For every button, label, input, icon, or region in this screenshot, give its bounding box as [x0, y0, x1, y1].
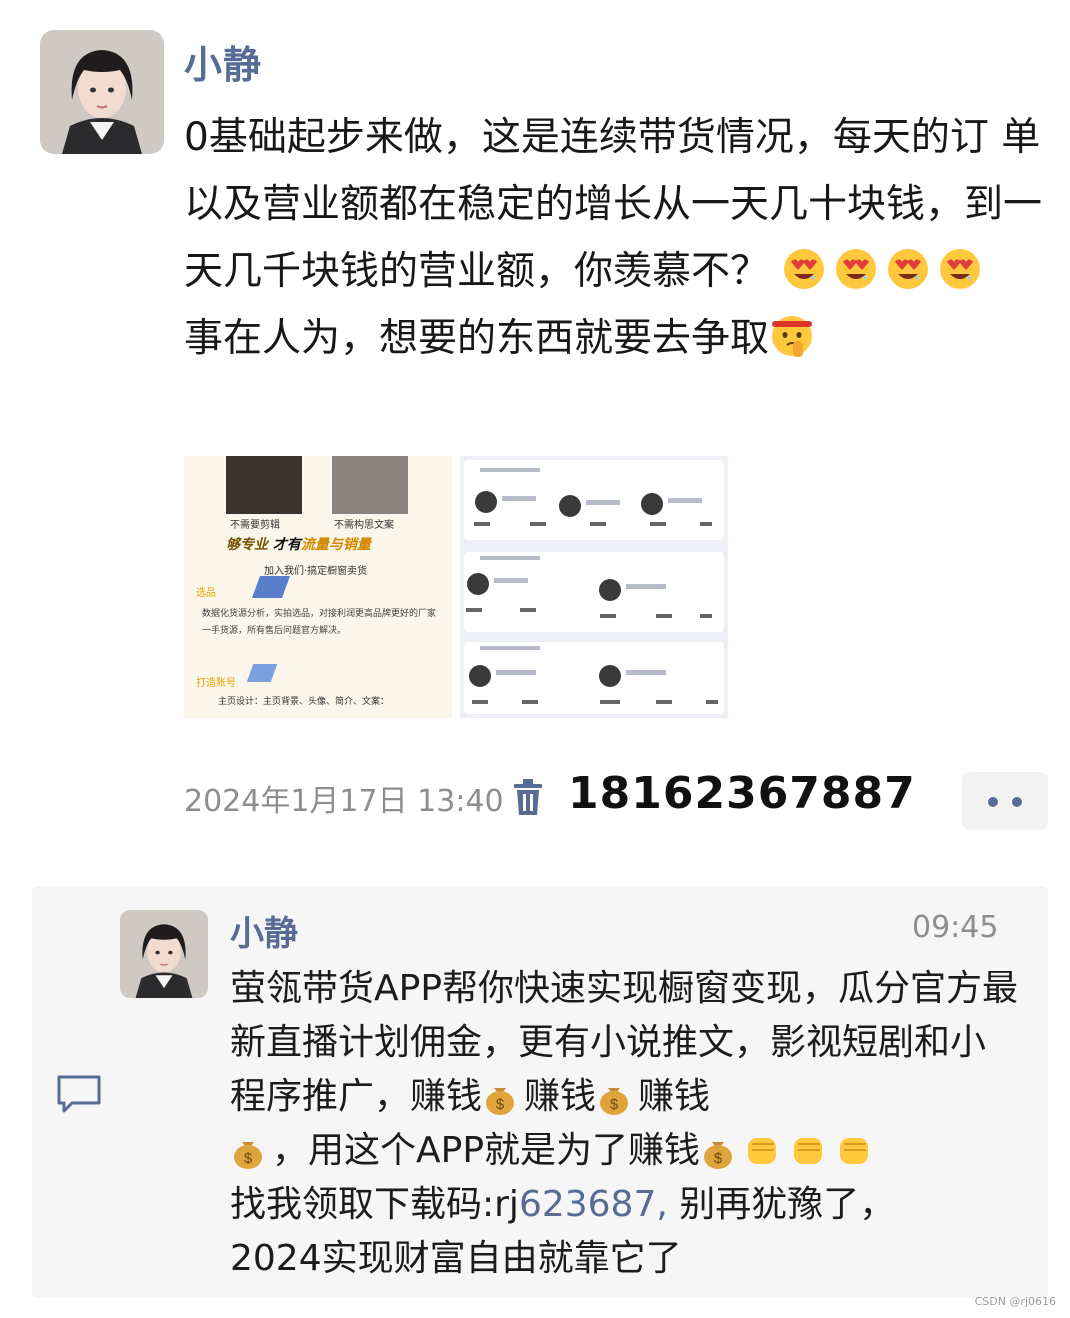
- money-bag-emoji: $: [704, 1142, 733, 1169]
- phone-illustration: [246, 664, 278, 682]
- delete-icon[interactable]: [512, 778, 544, 818]
- download-code-link[interactable]: 623687,: [519, 1184, 668, 1225]
- author-name[interactable]: 小静: [184, 34, 262, 89]
- account-stats-collage: [460, 456, 728, 718]
- fist-emoji: [748, 1138, 777, 1164]
- editing-photo: [226, 456, 302, 514]
- more-dots-icon: [1012, 797, 1022, 807]
- svg-text:$: $: [244, 1150, 253, 1167]
- image-caption: 不需要剪辑: [230, 520, 280, 531]
- comment-text: 找我领取下载码:rj: [230, 1184, 519, 1225]
- heart-eyes-emoji: [940, 249, 981, 289]
- phone-number: 18162367887: [568, 768, 916, 819]
- comment-icon: [57, 1075, 101, 1113]
- svg-text:$: $: [714, 1150, 723, 1167]
- more-button[interactable]: [962, 772, 1048, 830]
- fist-emoji: [840, 1138, 869, 1164]
- commenter-name[interactable]: 小静: [230, 906, 298, 955]
- svg-text:$: $: [496, 1096, 505, 1113]
- image-section-title: 选品: [196, 588, 216, 599]
- comment-text: 赚钱: [524, 1076, 597, 1117]
- comment-text: 2024实现财富自由就靠它了: [230, 1238, 682, 1279]
- post-body: 0基础起步来做，这是连续带货情况，每天的订 单以及营业额都在稳定的增长从一天几十…: [184, 104, 1044, 372]
- money-bag-emoji: $: [486, 1088, 515, 1115]
- commenter-avatar[interactable]: [120, 910, 208, 998]
- comment-time: 09:45: [912, 910, 999, 945]
- svg-text:$: $: [610, 1096, 619, 1113]
- watermark: CSDN @rj0616: [974, 1295, 1056, 1308]
- heart-eyes-emoji: [888, 249, 929, 289]
- post-timestamp: 2024年1月17日 13:40: [184, 784, 504, 819]
- image-section-body: 数据化货源分析，实拍选品，对接利润更高品牌更好的厂家一手货源，所有售后问题官方解…: [202, 609, 437, 636]
- heart-eyes-emoji: [784, 249, 825, 289]
- post-image-1[interactable]: 不需要剪辑 不需构思文案 够专业 才有流量与销量 加入我们·搞定橱窗卖货 选品 …: [184, 456, 452, 718]
- post-image-2[interactable]: [460, 456, 728, 718]
- post-text-line2: 事在人为，想要的东西就要去争取: [184, 316, 770, 361]
- heart-eyes-emoji: [836, 249, 877, 289]
- image-subline: 加入我们·搞定橱窗卖货: [264, 566, 368, 577]
- comment-text: ，用这个APP就是为了赚钱: [272, 1130, 701, 1171]
- money-bag-emoji: $: [600, 1088, 629, 1115]
- fist-emoji: [794, 1138, 823, 1164]
- author-avatar[interactable]: [40, 30, 164, 154]
- comment-text: 赚钱: [638, 1076, 711, 1117]
- comment-text: 别再犹豫了，: [667, 1184, 896, 1225]
- image-section-title: 打造账号: [196, 678, 236, 689]
- comment-body[interactable]: 萤瓴带货APP帮你快速实现橱窗变现，瓜分官方最新直播计划佣金，更有小说推文，影视…: [230, 962, 1020, 1286]
- image-headline: 够专业 才有流量与销量: [226, 537, 371, 553]
- money-bag-emoji: $: [234, 1142, 262, 1169]
- more-dots-icon: [988, 797, 998, 807]
- image-caption: 不需构思文案: [334, 520, 394, 531]
- shushing-face-emoji: [772, 316, 813, 357]
- box-illustration: [251, 576, 291, 598]
- writing-photo: [332, 456, 408, 514]
- image-section-body: 主页设计：主页背景、头像、简介、文案：: [218, 697, 390, 707]
